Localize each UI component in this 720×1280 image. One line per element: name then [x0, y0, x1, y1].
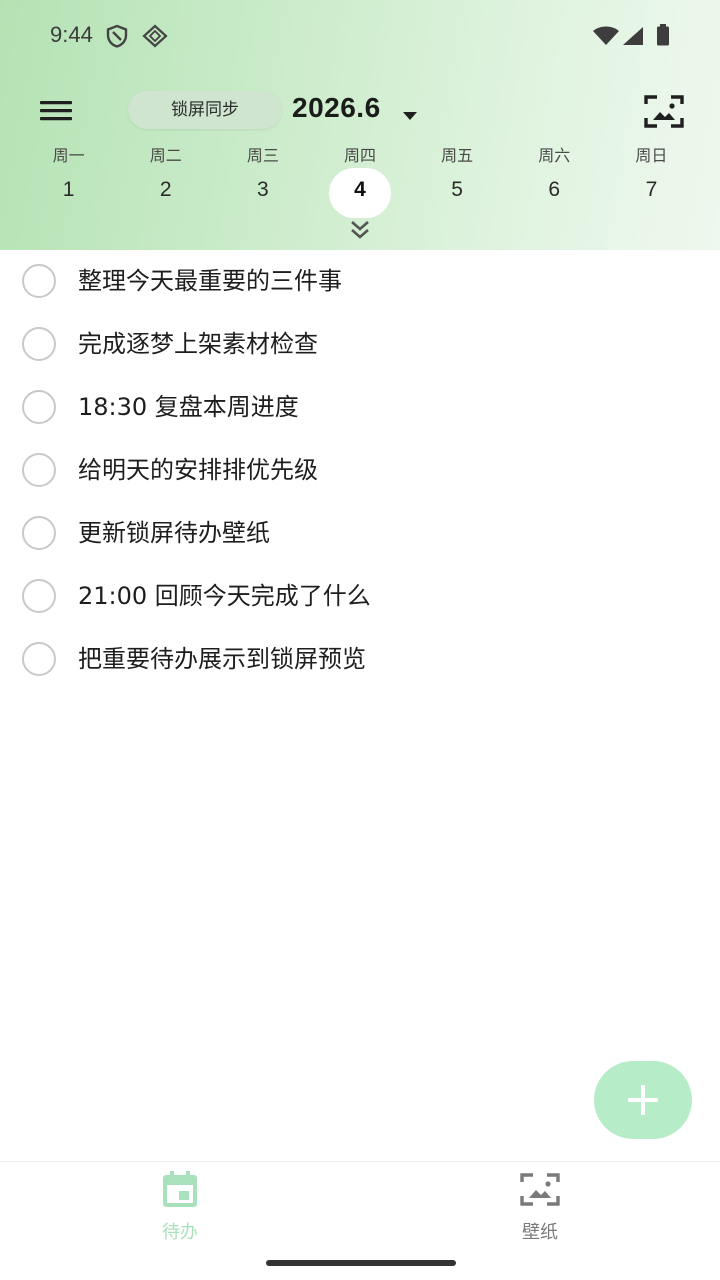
- day-number-wrap: 4: [311, 168, 408, 218]
- todo-checkbox[interactable]: [22, 264, 56, 298]
- add-todo-button[interactable]: [594, 1061, 692, 1139]
- wifi-icon: [592, 26, 620, 50]
- day-name: 周三: [246, 146, 279, 165]
- day-number: 3: [257, 178, 269, 201]
- todo-checkbox[interactable]: [22, 516, 56, 550]
- double-chevron-down-icon: [351, 221, 369, 239]
- day-cell[interactable]: 周日 7: [603, 144, 700, 220]
- plus-icon: [628, 1085, 658, 1115]
- day-name: 周五: [441, 146, 474, 165]
- todo-item[interactable]: 21:00 回顾今天完成了什么: [0, 565, 720, 628]
- week-strip: 周一 1 周二 2 周三 3 周四 4 周五 5 周六 6 周日 7: [20, 144, 700, 220]
- month-title[interactable]: 2026.6: [292, 92, 381, 124]
- day-number-wrap: 7: [603, 168, 700, 218]
- nav-label-todo: 待办: [162, 1222, 198, 1243]
- todo-checkbox[interactable]: [22, 579, 56, 613]
- todo-item[interactable]: 整理今天最重要的三件事: [0, 250, 720, 313]
- day-number: 1: [62, 178, 75, 201]
- day-name: 周二: [149, 146, 182, 165]
- todo-text: 21:00 回顾今天完成了什么: [78, 582, 371, 610]
- caret-down-icon[interactable]: [402, 106, 418, 125]
- todo-checkbox[interactable]: [22, 453, 56, 487]
- todo-item[interactable]: 完成逐梦上架素材检查: [0, 313, 720, 376]
- day-cell[interactable]: 周三 3: [214, 144, 311, 220]
- day-number-wrap: 1: [20, 168, 117, 218]
- day-number: 2: [159, 178, 172, 201]
- day-number-wrap: 5: [409, 168, 506, 218]
- todo-item[interactable]: 把重要待办展示到锁屏预览: [0, 628, 720, 691]
- header: 9:44 锁屏同步 2026.6 周一 1 周二 2 周三 3 周四 4 周五 …: [0, 0, 720, 250]
- calendar-icon: [161, 1170, 199, 1214]
- status-time: 9:44: [50, 22, 93, 47]
- day-cell[interactable]: 周四 4: [311, 144, 408, 220]
- wallpaper-preview-icon: [644, 95, 684, 128]
- todo-text: 完成逐梦上架素材检查: [78, 330, 318, 358]
- vpn-diamond-icon: [142, 24, 168, 52]
- todo-text: 更新锁屏待办壁纸: [78, 519, 270, 547]
- todo-text: 18:30 复盘本周进度: [78, 393, 299, 421]
- wallpaper-preview-button[interactable]: [642, 92, 686, 132]
- todo-list: 整理今天最重要的三件事 完成逐梦上架素材检查 18:30 复盘本周进度 给明天的安排排…: [0, 250, 720, 691]
- day-cell[interactable]: 周六 6: [506, 144, 603, 220]
- day-number-wrap: 3: [214, 168, 311, 218]
- day-name: 周日: [635, 146, 668, 165]
- todo-text: 把重要待办展示到锁屏预览: [78, 645, 366, 673]
- todo-text: 给明天的安排排优先级: [78, 456, 318, 484]
- day-cell[interactable]: 周一 1: [20, 144, 117, 220]
- day-number: 5: [451, 178, 463, 201]
- wallpaper-icon: [518, 1170, 562, 1214]
- day-number: 4: [354, 178, 366, 201]
- todo-item[interactable]: 更新锁屏待办壁纸: [0, 502, 720, 565]
- day-number-wrap: 2: [117, 168, 214, 218]
- cellular-signal-icon: [622, 26, 644, 50]
- day-number: 7: [645, 178, 658, 201]
- todo-checkbox[interactable]: [22, 327, 56, 361]
- day-name: 周四: [343, 146, 376, 165]
- todo-text: 整理今天最重要的三件事: [78, 267, 342, 295]
- nav-item-wallpaper[interactable]: 壁纸: [360, 1162, 720, 1262]
- day-number: 6: [548, 178, 561, 201]
- lockscreen-sync-chip[interactable]: 锁屏同步: [128, 91, 282, 129]
- status-bar: 9:44: [0, 0, 720, 70]
- todo-checkbox[interactable]: [22, 642, 56, 676]
- day-name: 周六: [538, 146, 571, 165]
- hamburger-menu-icon: [40, 101, 72, 121]
- todo-item[interactable]: 18:30 复盘本周进度: [0, 376, 720, 439]
- expand-calendar-button[interactable]: [346, 218, 374, 242]
- nav-label-wallpaper: 壁纸: [522, 1222, 558, 1243]
- day-cell[interactable]: 周二 2: [117, 144, 214, 220]
- nav-item-todo[interactable]: 待办: [0, 1162, 360, 1262]
- day-cell[interactable]: 周五 5: [409, 144, 506, 220]
- todo-checkbox[interactable]: [22, 390, 56, 424]
- menu-button[interactable]: [36, 92, 76, 132]
- shield-icon: [106, 24, 128, 52]
- battery-icon: [656, 24, 670, 50]
- day-name: 周一: [52, 146, 85, 165]
- toolbar: 锁屏同步 2026.6: [0, 84, 720, 140]
- day-number-wrap: 6: [506, 168, 603, 218]
- gesture-handle[interactable]: [266, 1260, 456, 1266]
- todo-item[interactable]: 给明天的安排排优先级: [0, 439, 720, 502]
